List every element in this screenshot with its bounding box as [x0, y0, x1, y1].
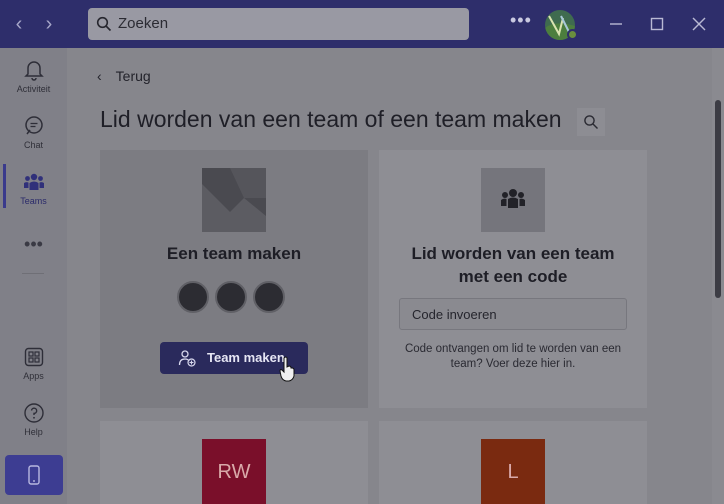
search-teams-button[interactable] [577, 108, 605, 136]
join-team-title-line2: met een code [458, 267, 568, 286]
search-icon [584, 115, 598, 129]
scrollbar[interactable] [712, 48, 724, 504]
search-input[interactable]: Zoeken [88, 8, 469, 40]
forward-arrow-icon[interactable]: › [38, 12, 60, 36]
search-placeholder: Zoeken [118, 15, 169, 32]
chevron-left-icon: ‹ [97, 68, 102, 84]
rail-item-teams[interactable]: Teams [0, 170, 67, 222]
person-icon [177, 281, 209, 313]
more-options-icon[interactable]: ••• [510, 10, 532, 31]
title-bar: ‹ › Zoeken ••• [0, 0, 724, 48]
rail-item-help[interactable]: Help [0, 401, 67, 453]
search-icon [96, 16, 112, 32]
team-code-input[interactable]: Code invoeren [399, 298, 627, 330]
mobile-device-button[interactable] [5, 455, 63, 495]
chat-icon [24, 116, 43, 135]
rail-label-activity: Activiteit [16, 84, 51, 94]
create-team-button-label: Team maken [207, 350, 285, 365]
teams-group-icon [501, 189, 525, 208]
people-icons [177, 281, 291, 315]
create-team-card[interactable]: Een team maken Team maken [100, 150, 368, 408]
team-avatar: L [481, 439, 545, 504]
presence-status-icon [567, 29, 578, 40]
scrollbar-thumb[interactable] [715, 100, 721, 298]
team-card[interactable]: L [379, 421, 647, 504]
minimize-icon[interactable] [604, 12, 628, 36]
create-team-image [202, 168, 266, 232]
back-arrow-icon[interactable]: ‹ [8, 12, 30, 36]
team-code-help-text: Code ontvangen om lid te worden van een … [404, 343, 622, 370]
rail-label-help: Help [24, 427, 43, 437]
rail-label-apps: Apps [23, 371, 44, 381]
rail-item-chat[interactable]: Chat [0, 114, 67, 166]
teams-icon [23, 173, 44, 190]
main-content: ‹ Terug Lid worden van een team of een te… [67, 48, 712, 504]
rail-label-chat: Chat [23, 140, 43, 150]
back-label: Terug [115, 68, 151, 84]
person-icon [215, 281, 247, 313]
hand-cursor-icon [279, 356, 295, 382]
apps-icon [24, 347, 43, 367]
back-link[interactable]: ‹ Terug [97, 68, 151, 84]
create-team-title: Een team maken [166, 244, 302, 263]
person-icon [253, 281, 285, 313]
rail-item-activity[interactable]: Activiteit [0, 58, 67, 110]
page-title: Lid worden van een team of een team make… [100, 106, 562, 132]
help-icon [23, 403, 44, 423]
app-rail: Activiteit Chat Teams ••• Apps Help [0, 48, 67, 504]
rail-label-teams: Teams [20, 196, 47, 206]
rail-item-apps[interactable]: Apps [0, 345, 67, 397]
join-team-card: Lid worden van een team met een code Cod… [379, 150, 647, 408]
team-code-placeholder: Code invoeren [412, 307, 497, 322]
bell-icon [23, 61, 44, 81]
close-icon[interactable] [687, 12, 711, 36]
rail-divider [22, 273, 44, 274]
team-avatar: RW [202, 439, 266, 504]
maximize-icon[interactable] [645, 12, 669, 36]
more-apps-icon[interactable]: ••• [0, 234, 67, 255]
join-team-title-line1: Lid worden van een team [411, 244, 615, 263]
join-team-image [481, 168, 545, 232]
add-team-icon [178, 350, 196, 367]
team-card[interactable]: RW [100, 421, 368, 504]
phone-icon [28, 465, 40, 485]
team-picture-icon [202, 168, 266, 232]
